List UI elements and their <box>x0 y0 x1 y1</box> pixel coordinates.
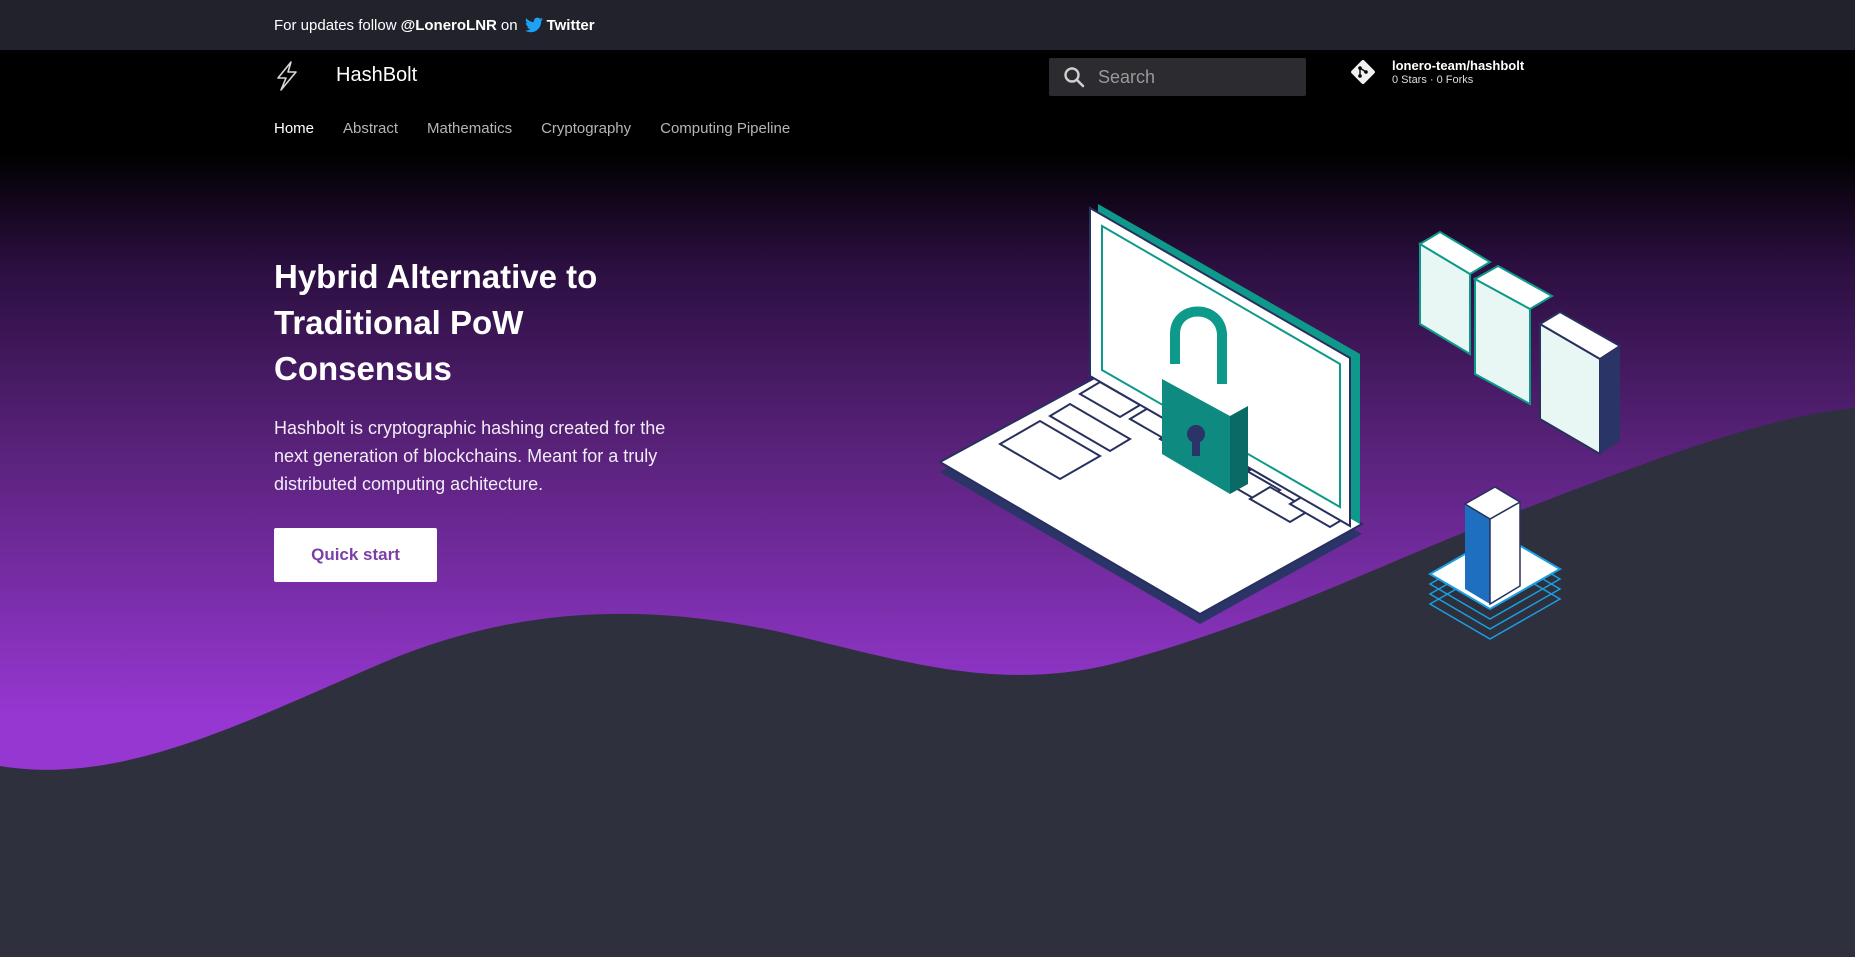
tab-mathematics[interactable]: Mathematics <box>427 120 512 137</box>
security-illustration <box>937 204 1622 640</box>
tab-home[interactable]: Home <box>274 120 314 137</box>
search-icon <box>1064 67 1085 88</box>
hero-title: Hybrid Alternative to Traditional PoW Co… <box>274 258 598 387</box>
search-input[interactable] <box>1096 65 1300 89</box>
search-box[interactable] <box>1049 58 1306 96</box>
announcement-bar: For updates follow @LoneroLNR on Twitter <box>0 0 1855 50</box>
main-nav: Home Abstract Mathematics Cryptography C… <box>274 120 790 137</box>
repo-facts: 0 Stars · 0 Forks <box>1392 74 1474 86</box>
tab-computing-pipeline[interactable]: Computing Pipeline <box>660 120 790 137</box>
laptop-icon <box>937 204 1365 624</box>
site-header: HashBolt lonero-team/hashbolt 0 Stars · … <box>0 50 1855 154</box>
twitter-link[interactable]: Twitter <box>547 17 595 34</box>
twitter-handle-link[interactable]: @LoneroLNR <box>401 17 497 34</box>
announcement-middle: on <box>500 16 518 34</box>
hero-description: Hashbolt is cryptographic hashing create… <box>274 418 666 494</box>
data-tower-icon <box>1428 486 1562 640</box>
git-icon <box>1351 60 1375 84</box>
announcement-prefix: For updates follow <box>274 16 397 34</box>
bolt-icon[interactable] <box>274 60 300 92</box>
quick-start-button[interactable]: Quick start <box>274 528 437 582</box>
site-title[interactable]: HashBolt <box>336 64 417 87</box>
tab-cryptography[interactable]: Cryptography <box>541 120 631 137</box>
repo-link[interactable]: lonero-team/hashbolt 0 Stars · 0 Forks <box>1350 58 1524 86</box>
repo-meta: lonero-team/hashbolt 0 Stars · 0 Forks <box>1392 58 1524 86</box>
hero-section: Hybrid Alternative to Traditional PoW Co… <box>0 154 1855 957</box>
tab-abstract[interactable]: Abstract <box>343 120 398 137</box>
repo-name: lonero-team/hashbolt <box>1392 58 1525 73</box>
twitter-bird-icon <box>524 17 543 33</box>
server-rack-icon <box>1418 230 1622 456</box>
